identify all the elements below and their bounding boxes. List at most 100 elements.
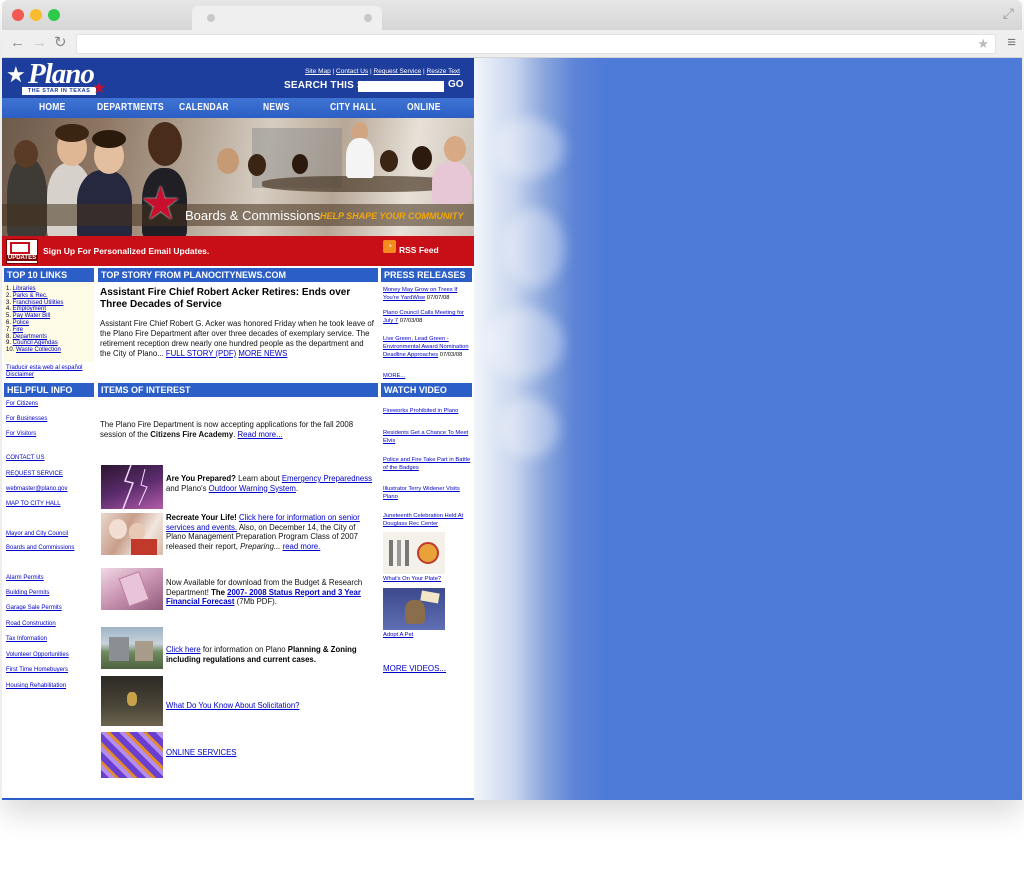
- more-videos-link[interactable]: MORE VIDEOS...: [383, 664, 446, 673]
- request-service-link[interactable]: Request Service: [374, 68, 422, 75]
- full-story-link[interactable]: FULL STORY (PDF): [166, 349, 236, 358]
- online-services-link[interactable]: ONLINE SERVICES: [166, 748, 236, 757]
- email-updates-bar: UPDATES Sign Up For Personalized Email U…: [2, 236, 474, 266]
- plano-site: ★ Plano THE STAR IN TEXAS ★ Site Map | C…: [2, 58, 474, 800]
- nav-departments[interactable]: DEPARTMENTS: [97, 102, 164, 113]
- outdoor-warning-link[interactable]: Outdoor Warning System: [209, 484, 296, 493]
- updates-envelope-icon[interactable]: UPDATES: [6, 239, 38, 264]
- read-more-report-link[interactable]: read more.: [283, 542, 321, 551]
- helpful-link[interactable]: Road Construction: [6, 621, 56, 627]
- nav-city-hall[interactable]: CITY HALL: [330, 102, 377, 113]
- video-link[interactable]: Residents Get a Chance To Meet Elvis: [383, 429, 474, 445]
- close-window-icon[interactable]: [12, 9, 24, 21]
- nav-online[interactable]: ONLINE: [407, 102, 441, 113]
- emergency-preparedness-link[interactable]: Emergency Preparedness: [282, 474, 372, 483]
- video-link[interactable]: What's On Your Plate?: [383, 575, 474, 583]
- planning-click-here-link[interactable]: Click here: [166, 645, 201, 654]
- lightning-image[interactable]: [101, 465, 163, 509]
- main-nav: HOME DEPARTMENTS CALENDAR NEWS CITY HALL…: [2, 98, 474, 118]
- go-button[interactable]: GO: [448, 79, 464, 90]
- seniors-image[interactable]: [101, 513, 163, 555]
- list-item[interactable]: 4. Employment: [6, 306, 63, 313]
- banner-star-icon: ★: [140, 177, 182, 229]
- rss-feed-link[interactable]: RSS Feed: [399, 245, 439, 255]
- online-services-image[interactable]: [101, 732, 163, 778]
- press-item[interactable]: Plano Council Calls Meeting for July 7 0…: [383, 309, 474, 325]
- helpful-link[interactable]: Volunteer Opportunities: [6, 652, 69, 658]
- helpful-link[interactable]: Building Permits: [6, 590, 49, 596]
- translate-link[interactable]: Traducir esta web al español: [6, 365, 83, 371]
- plano-logo[interactable]: ★ Plano THE STAR IN TEXAS ★: [6, 58, 106, 97]
- list-item[interactable]: 3. Franchised Utilities: [6, 300, 63, 307]
- planning-zoning-image[interactable]: [101, 627, 163, 669]
- signup-link[interactable]: Sign Up For Personalized Email Updates.: [43, 246, 209, 256]
- helpful-link[interactable]: MAP TO CITY HALL: [6, 501, 61, 507]
- helpful-link[interactable]: For Citizens: [6, 401, 38, 407]
- list-item[interactable]: 9. Council Agendas: [6, 340, 63, 347]
- adopt-pet-video-thumbnail[interactable]: [383, 588, 445, 630]
- disclaimer-link[interactable]: Disclaimer: [6, 372, 34, 378]
- browser-window: ⤢ ← → ↻ ★ ≡ ★ Plano THE STAR IN TEXAS ★: [2, 0, 1022, 800]
- nav-home[interactable]: HOME: [39, 102, 66, 113]
- list-item[interactable]: 6. Police: [6, 320, 63, 327]
- fullscreen-icon[interactable]: ⤢: [1003, 5, 1014, 22]
- contact-us-link[interactable]: Contact Us: [336, 68, 368, 75]
- helpful-link[interactable]: Housing Rehabilitation: [6, 683, 66, 689]
- bookmark-star-icon[interactable]: ★: [977, 36, 989, 52]
- helpful-link[interactable]: For Visitors: [6, 431, 36, 437]
- nav-calendar[interactable]: CALENDAR: [179, 102, 229, 113]
- helpful-link[interactable]: Tax Information: [6, 636, 47, 642]
- banner-title: Boards & Commissions: [185, 208, 321, 223]
- video-link[interactable]: Police and Fire Take Part in Battle of t…: [383, 456, 474, 472]
- press-item[interactable]: Live Green, Lead Green - Environmental A…: [383, 335, 474, 359]
- helpful-link[interactable]: Garage Sale Permits: [6, 605, 62, 611]
- reload-icon[interactable]: ↻: [54, 34, 67, 52]
- press-more-link[interactable]: MORE...: [383, 372, 474, 380]
- nav-news[interactable]: NEWS: [263, 102, 290, 113]
- translate-block: Traducir esta web al español Disclaimer: [6, 365, 96, 379]
- read-more-link[interactable]: Read more...: [238, 430, 283, 439]
- tab-close-icon[interactable]: [364, 14, 372, 22]
- maximize-window-icon[interactable]: [48, 9, 60, 21]
- budget-report-image[interactable]: [101, 568, 163, 610]
- minimize-window-icon[interactable]: [30, 9, 42, 21]
- search-input[interactable]: [358, 81, 444, 92]
- list-item[interactable]: 10. Waste Collection: [6, 347, 63, 354]
- back-icon[interactable]: ←: [10, 34, 25, 52]
- helpful-link[interactable]: REQUEST SERVICE: [6, 471, 63, 477]
- helpful-link[interactable]: CONTACT US: [6, 455, 44, 461]
- online-services-item: ONLINE SERVICES: [166, 748, 376, 758]
- helpful-link[interactable]: First Time Homebuyers: [6, 667, 68, 673]
- solicitation-item: What Do You Know About Solicitation?: [166, 701, 376, 711]
- video-link[interactable]: Illustrator Terry Widener Visits Plano: [383, 485, 474, 501]
- list-item[interactable]: 1. Libraries: [6, 286, 63, 293]
- site-map-link[interactable]: Site Map: [305, 68, 331, 75]
- list-item[interactable]: 5. Pay Water Bill: [6, 313, 63, 320]
- boards-commissions-banner[interactable]: ★ Boards & Commissions HELP SHAPE YOUR C…: [2, 118, 474, 236]
- forward-icon[interactable]: →: [32, 34, 47, 52]
- rss-icon[interactable]: ◔: [383, 240, 396, 253]
- video-link[interactable]: Adopt A Pet: [383, 631, 474, 639]
- list-item[interactable]: 2. Parks & Rec.: [6, 293, 63, 300]
- helpful-link[interactable]: Alarm Permits: [6, 575, 44, 581]
- budget-report-item: Now Available for download from the Budg…: [166, 578, 363, 606]
- resize-text-link[interactable]: Resize Text: [427, 68, 460, 75]
- solicitation-link[interactable]: What Do You Know About Solicitation?: [166, 701, 300, 710]
- solicitation-door-image[interactable]: [101, 676, 163, 726]
- list-item[interactable]: 7. Fire: [6, 327, 63, 334]
- webmaster-email-link[interactable]: webmaster@plano.gov: [6, 486, 67, 492]
- more-news-link[interactable]: MORE NEWS: [238, 349, 287, 358]
- plate-video-thumbnail[interactable]: [383, 532, 445, 574]
- helpful-link[interactable]: Mayor and City Council: [6, 531, 68, 537]
- video-link[interactable]: Juneteenth Celebration Held At Douglass …: [383, 512, 474, 528]
- press-item[interactable]: Money May Grow on Trees If You're YardWi…: [383, 286, 474, 302]
- helpful-link[interactable]: For Businesses: [6, 416, 47, 422]
- planning-zoning-item: Click here for information on Plano Plan…: [166, 645, 357, 664]
- story-body: Assistant Fire Chief Robert G. Acker was…: [100, 319, 374, 358]
- list-item[interactable]: 8. Departments: [6, 334, 63, 341]
- helpful-link[interactable]: Boards and Commissions: [6, 545, 74, 551]
- address-bar[interactable]: ★: [76, 34, 996, 54]
- browser-menu-icon[interactable]: ≡: [1007, 34, 1016, 51]
- browser-tab[interactable]: [192, 6, 382, 30]
- video-link[interactable]: Fireworks Prohibited in Plano: [383, 407, 474, 415]
